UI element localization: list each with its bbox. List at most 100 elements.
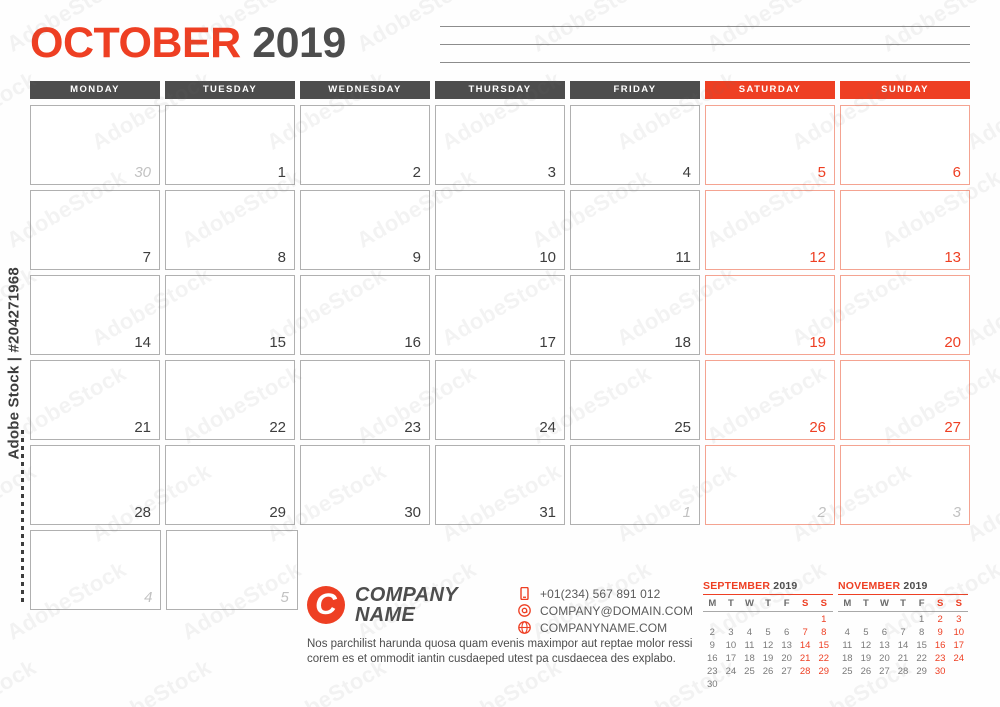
- mini-day-number[interactable]: [875, 614, 894, 625]
- mini-day-number[interactable]: 3: [722, 627, 741, 638]
- mini-day-number[interactable]: 5: [857, 627, 876, 638]
- contact-row[interactable]: COMPANY@DOMAIN.COM: [518, 603, 693, 618]
- mini-day-number[interactable]: [838, 614, 857, 625]
- mini-day-number[interactable]: 8: [912, 627, 931, 638]
- day-cell[interactable]: 7: [30, 190, 160, 270]
- day-cell[interactable]: 1: [570, 445, 700, 525]
- mini-day-number[interactable]: 4: [838, 627, 857, 638]
- day-cell[interactable]: 23: [300, 360, 430, 440]
- mini-day-number[interactable]: 20: [777, 653, 796, 664]
- mini-day-number[interactable]: 26: [759, 666, 778, 677]
- mini-day-number[interactable]: 17: [722, 653, 741, 664]
- mini-day-number[interactable]: 14: [894, 640, 913, 651]
- day-cell[interactable]: 20: [840, 275, 970, 355]
- day-cell[interactable]: 13: [840, 190, 970, 270]
- day-cell[interactable]: 12: [705, 190, 835, 270]
- day-cell[interactable]: 26: [705, 360, 835, 440]
- mini-day-number[interactable]: [722, 679, 741, 690]
- mini-day-number[interactable]: 9: [931, 627, 950, 638]
- mini-day-number[interactable]: 16: [931, 640, 950, 651]
- mini-day-number[interactable]: 12: [759, 640, 778, 651]
- mini-day-number[interactable]: 6: [875, 627, 894, 638]
- mini-day-number[interactable]: [703, 614, 722, 625]
- mini-day-number[interactable]: 1: [912, 614, 931, 625]
- mini-day-number[interactable]: 4: [740, 627, 759, 638]
- mini-day-number[interactable]: [740, 614, 759, 625]
- mini-day-number[interactable]: [777, 679, 796, 690]
- mini-day-number[interactable]: [740, 679, 759, 690]
- contact-row[interactable]: +01(234) 567 891 012: [518, 586, 693, 601]
- mini-day-number[interactable]: [949, 666, 968, 677]
- day-cell[interactable]: 31: [435, 445, 565, 525]
- day-cell[interactable]: 5: [705, 105, 835, 185]
- mini-day-number[interactable]: 27: [777, 666, 796, 677]
- mini-day-number[interactable]: 11: [740, 640, 759, 651]
- mini-day-number[interactable]: [814, 679, 833, 690]
- mini-day-number[interactable]: [894, 614, 913, 625]
- mini-day-number[interactable]: 10: [722, 640, 741, 651]
- day-cell[interactable]: 8: [165, 190, 295, 270]
- mini-day-number[interactable]: 16: [703, 653, 722, 664]
- day-cell[interactable]: 9: [300, 190, 430, 270]
- mini-day-number[interactable]: [722, 614, 741, 625]
- mini-day-number[interactable]: 12: [857, 640, 876, 651]
- mini-day-number[interactable]: 10: [949, 627, 968, 638]
- day-cell[interactable]: 30: [30, 105, 160, 185]
- mini-day-number[interactable]: 13: [875, 640, 894, 651]
- day-cell[interactable]: 10: [435, 190, 565, 270]
- mini-day-number[interactable]: 15: [912, 640, 931, 651]
- mini-day-number[interactable]: 22: [814, 653, 833, 664]
- day-cell[interactable]: 2: [300, 105, 430, 185]
- day-cell[interactable]: 14: [30, 275, 160, 355]
- mini-day-number[interactable]: 25: [740, 666, 759, 677]
- mini-day-number[interactable]: 7: [796, 627, 815, 638]
- mini-day-number[interactable]: 13: [777, 640, 796, 651]
- mini-day-number[interactable]: [796, 679, 815, 690]
- mini-day-number[interactable]: 23: [931, 653, 950, 664]
- mini-day-number[interactable]: 8: [814, 627, 833, 638]
- mini-day-number[interactable]: 30: [931, 666, 950, 677]
- mini-day-number[interactable]: 24: [722, 666, 741, 677]
- day-cell[interactable]: 28: [30, 445, 160, 525]
- day-cell[interactable]: 24: [435, 360, 565, 440]
- day-cell[interactable]: 15: [165, 275, 295, 355]
- mini-day-number[interactable]: 28: [796, 666, 815, 677]
- day-cell[interactable]: 17: [435, 275, 565, 355]
- mini-day-number[interactable]: 29: [912, 666, 931, 677]
- day-cell[interactable]: 4: [570, 105, 700, 185]
- mini-day-number[interactable]: 9: [703, 640, 722, 651]
- mini-day-number[interactable]: 25: [838, 666, 857, 677]
- mini-day-number[interactable]: 11: [838, 640, 857, 651]
- day-cell[interactable]: 18: [570, 275, 700, 355]
- mini-day-number[interactable]: 6: [777, 627, 796, 638]
- mini-day-number[interactable]: [857, 614, 876, 625]
- mini-day-number[interactable]: [777, 614, 796, 625]
- mini-day-number[interactable]: 2: [931, 614, 950, 625]
- mini-day-number[interactable]: 18: [838, 653, 857, 664]
- day-cell[interactable]: 19: [705, 275, 835, 355]
- day-cell[interactable]: 25: [570, 360, 700, 440]
- day-cell[interactable]: 30: [300, 445, 430, 525]
- day-cell[interactable]: 22: [165, 360, 295, 440]
- mini-day-number[interactable]: 21: [796, 653, 815, 664]
- mini-day-number[interactable]: 3: [949, 614, 968, 625]
- mini-day-number[interactable]: 20: [875, 653, 894, 664]
- mini-day-number[interactable]: [796, 614, 815, 625]
- mini-day-number[interactable]: 15: [814, 640, 833, 651]
- mini-day-number[interactable]: 2: [703, 627, 722, 638]
- mini-day-number[interactable]: 24: [949, 653, 968, 664]
- day-cell[interactable]: 2: [705, 445, 835, 525]
- mini-day-number[interactable]: 27: [875, 666, 894, 677]
- contact-row[interactable]: COMPANYNAME.COM: [518, 620, 693, 635]
- mini-day-number[interactable]: 7: [894, 627, 913, 638]
- mini-day-number[interactable]: 21: [894, 653, 913, 664]
- mini-day-number[interactable]: 14: [796, 640, 815, 651]
- day-cell[interactable]: 11: [570, 190, 700, 270]
- mini-day-number[interactable]: 28: [894, 666, 913, 677]
- mini-day-number[interactable]: 17: [949, 640, 968, 651]
- mini-day-number[interactable]: [759, 679, 778, 690]
- mini-day-number[interactable]: 23: [703, 666, 722, 677]
- mini-day-number[interactable]: 1: [814, 614, 833, 625]
- mini-day-number[interactable]: 29: [814, 666, 833, 677]
- day-cell[interactable]: 3: [435, 105, 565, 185]
